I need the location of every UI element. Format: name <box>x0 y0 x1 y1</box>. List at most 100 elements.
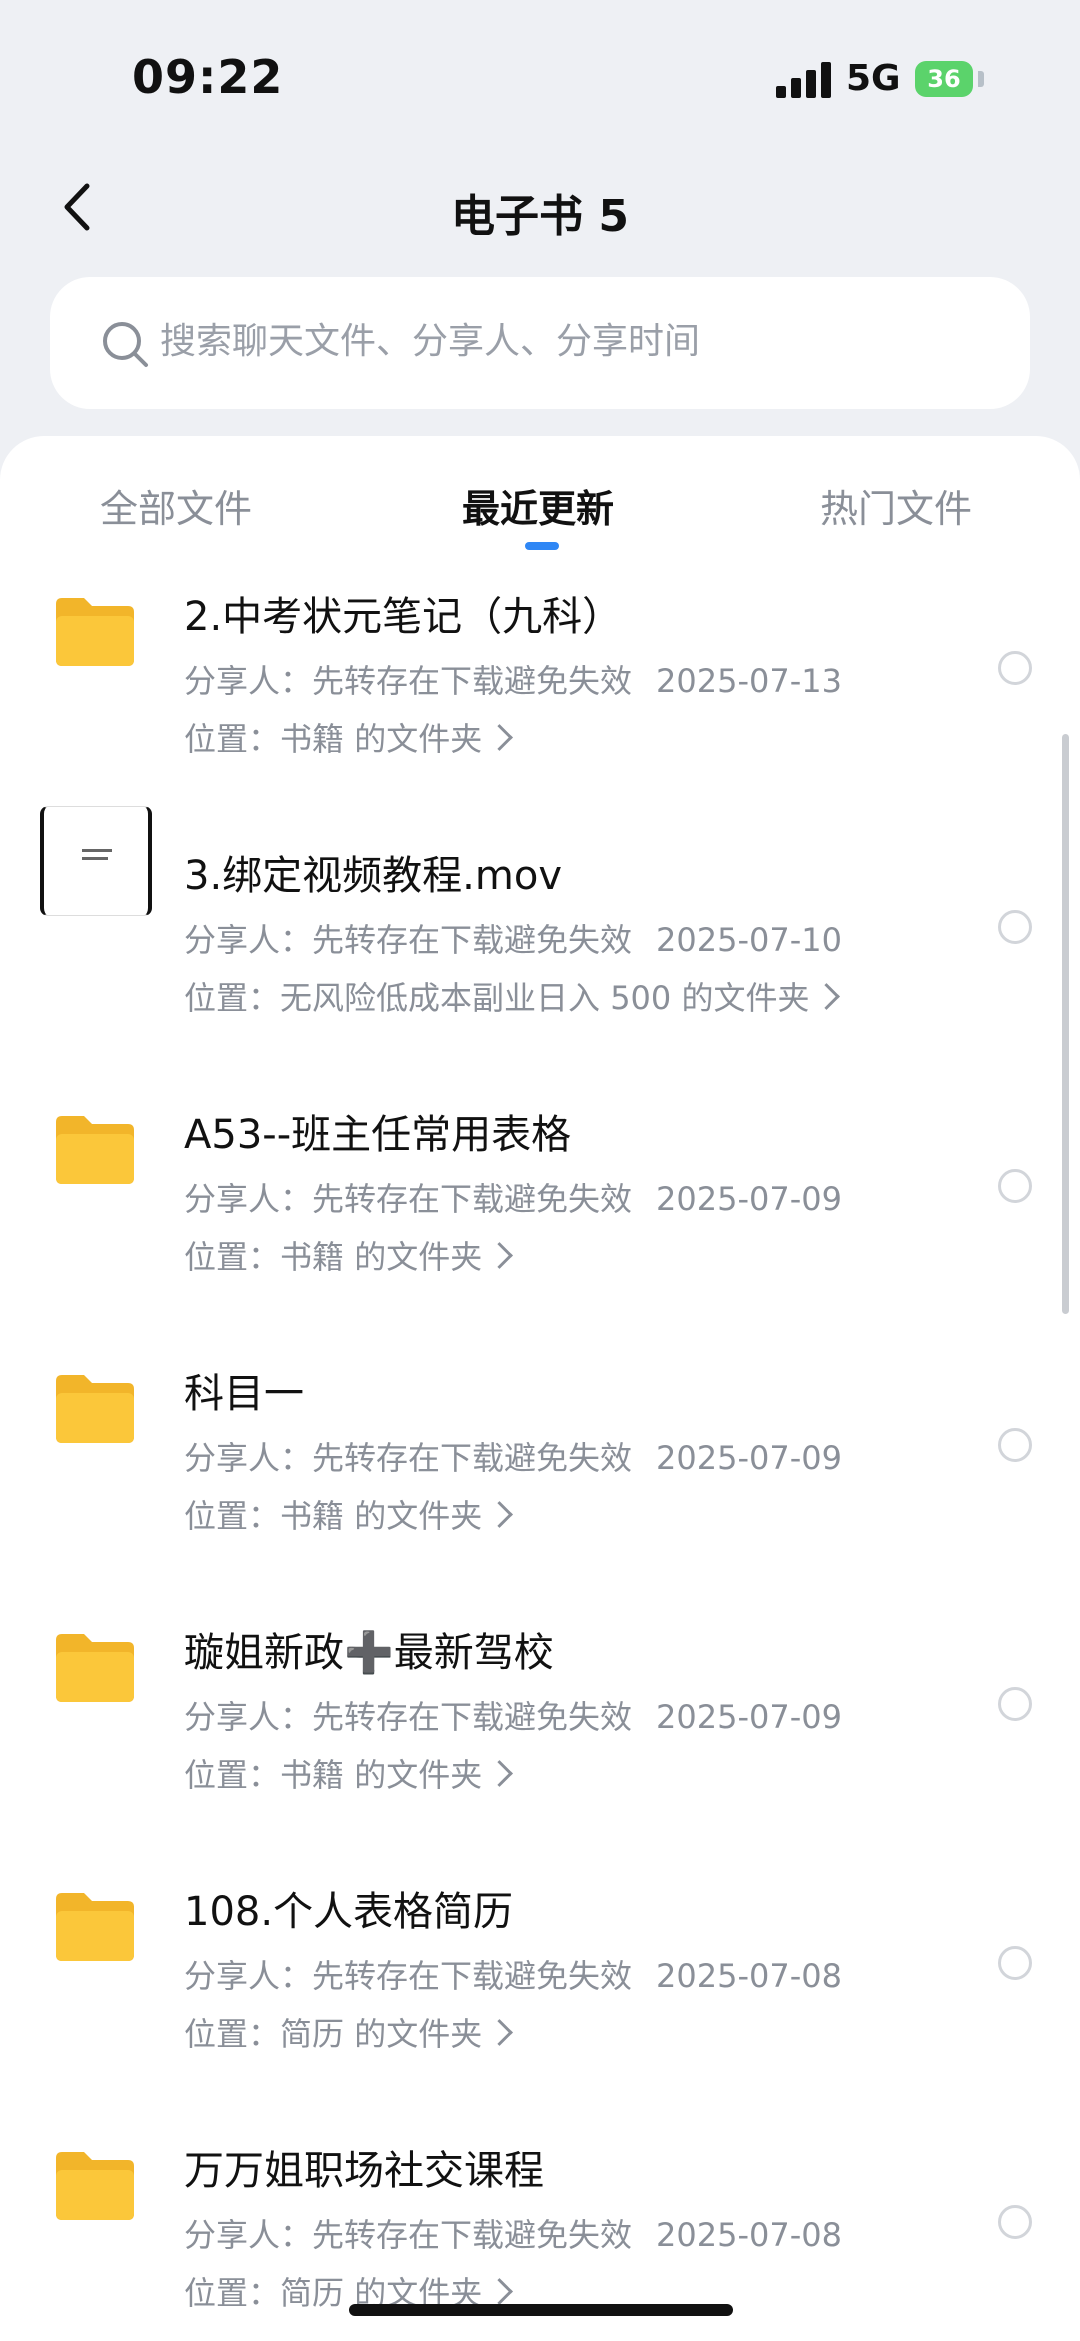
location-suffix: 的文件夹 <box>354 2015 483 2053</box>
item-location[interactable]: 位置：无风险低成本副业日入 500 的文件夹 <box>184 973 841 1019</box>
item-sharer: 分享人：先转存在下载避免失效 2025-07-10 <box>184 915 842 961</box>
item-sharer: 分享人：先转存在下载避免失效 2025-07-09 <box>184 1174 842 1220</box>
item-sharer: 分享人：先转存在下载避免失效 2025-07-08 <box>184 1951 842 1997</box>
sharer-name: 先转存在下载避免失效 <box>312 921 633 959</box>
share-date: 2025-07-10 <box>656 921 842 959</box>
search-input[interactable] <box>160 321 980 362</box>
folder-icon <box>56 598 134 666</box>
folder-icon <box>56 1375 134 1443</box>
location-suffix: 的文件夹 <box>354 1238 483 1276</box>
list-item[interactable]: 2.中考状元笔记（九科） 分享人：先转存在下载避免失效 2025-07-13 位置… <box>0 556 1080 815</box>
select-radio[interactable] <box>998 651 1032 685</box>
item-sharer: 分享人：先转存在下载避免失效 2025-07-08 <box>184 2210 842 2256</box>
item-location[interactable]: 位置：书籍 的文件夹 <box>184 714 514 760</box>
sharer-name: 先转存在下载避免失效 <box>312 1439 633 1477</box>
sharer-label: 分享人： <box>184 662 313 700</box>
chevron-right-icon <box>486 1760 514 1787</box>
item-location[interactable]: 位置：简历 的文件夹 <box>184 2009 514 2055</box>
select-radio[interactable] <box>998 1169 1032 1203</box>
location-name: 书籍 <box>280 720 345 758</box>
chevron-right-icon <box>813 983 841 1010</box>
sharer-label: 分享人： <box>184 1439 313 1477</box>
active-tab-indicator <box>525 542 559 550</box>
location-name: 书籍 <box>280 1756 345 1794</box>
select-radio[interactable] <box>998 1687 1032 1721</box>
item-title: A53--班主任常用表格 <box>184 1112 572 1158</box>
signal-icon <box>776 60 832 98</box>
location-suffix: 的文件夹 <box>354 1756 483 1794</box>
location-suffix: 的文件夹 <box>354 720 483 758</box>
sharer-label: 分享人： <box>184 1957 313 1995</box>
home-indicator[interactable] <box>349 2304 733 2316</box>
network-type: 5G <box>846 58 901 99</box>
location-label: 位置： <box>184 1756 281 1794</box>
tab-bar: 全部文件 最近更新 热门文件 <box>0 436 1080 556</box>
status-bar: 09:22 5G 36 <box>0 0 1080 150</box>
chevron-right-icon <box>486 1242 514 1269</box>
location-name: 简历 <box>280 2015 345 2053</box>
share-date: 2025-07-08 <box>656 1957 842 1995</box>
location-label: 位置： <box>184 1497 281 1535</box>
sharer-label: 分享人： <box>184 1180 313 1218</box>
share-date: 2025-07-13 <box>656 662 842 700</box>
location-label: 位置： <box>184 2274 281 2312</box>
scrollbar[interactable] <box>1062 734 1069 1314</box>
sharer-name: 先转存在下载避免失效 <box>312 2216 633 2254</box>
tab-recent-updates[interactable]: 最近更新 <box>462 478 614 533</box>
battery-tip <box>978 71 984 87</box>
folder-icon <box>56 2152 134 2220</box>
select-radio[interactable] <box>998 1946 1032 1980</box>
page-title: 电子书 5 <box>451 191 629 242</box>
item-title: 科目一 <box>184 1371 304 1417</box>
location-name: 书籍 <box>280 1497 345 1535</box>
location-name: 简历 <box>280 2274 345 2312</box>
chevron-right-icon <box>486 2278 514 2305</box>
location-name: 无风险低成本副业日入 500 <box>280 979 672 1017</box>
sharer-name: 先转存在下载避免失效 <box>312 1957 633 1995</box>
item-location[interactable]: 位置：书籍 的文件夹 <box>184 1232 514 1278</box>
item-sharer: 分享人：先转存在下载避免失效 2025-07-09 <box>184 1433 842 1479</box>
item-location[interactable]: 位置：书籍 的文件夹 <box>184 1491 514 1537</box>
list-item[interactable]: 科目一 分享人：先转存在下载避免失效 2025-07-09 位置：书籍 的文件夹 <box>0 1333 1080 1592</box>
select-radio[interactable] <box>998 910 1032 944</box>
location-suffix: 的文件夹 <box>354 1497 483 1535</box>
item-title: 108.个人表格简历 <box>184 1889 514 1935</box>
status-time: 09:22 <box>132 50 284 104</box>
battery-icon: 36 <box>915 61 973 97</box>
sharer-name: 先转存在下载避免失效 <box>312 1180 633 1218</box>
list-item[interactable]: 璇姐新政➕最新驾校 分享人：先转存在下载避免失效 2025-07-09 位置：书籍… <box>0 1592 1080 1851</box>
video-thumbnail <box>40 806 152 916</box>
search-box[interactable] <box>50 277 1030 409</box>
item-title: 璇姐新政➕最新驾校 <box>184 1630 554 1676</box>
location-name: 书籍 <box>280 1238 345 1276</box>
folder-icon <box>56 1116 134 1184</box>
chevron-right-icon <box>486 2019 514 2046</box>
share-date: 2025-07-09 <box>656 1698 842 1736</box>
item-sharer: 分享人：先转存在下载避免失效 2025-07-09 <box>184 1692 842 1738</box>
share-date: 2025-07-08 <box>656 2216 842 2254</box>
sharer-label: 分享人： <box>184 2216 313 2254</box>
tab-popular-files[interactable]: 热门文件 <box>820 478 972 533</box>
search-icon <box>103 322 148 367</box>
sharer-label: 分享人： <box>184 921 313 959</box>
chevron-right-icon <box>486 1501 514 1528</box>
item-title: 2.中考状元笔记（九科） <box>184 594 623 640</box>
select-radio[interactable] <box>998 1428 1032 1462</box>
sharer-name: 先转存在下载避免失效 <box>312 1698 633 1736</box>
location-label: 位置： <box>184 1238 281 1276</box>
list-item[interactable]: A53--班主任常用表格 分享人：先转存在下载避免失效 2025-07-09 位置… <box>0 1074 1080 1333</box>
item-location[interactable]: 位置：书籍 的文件夹 <box>184 1750 514 1796</box>
share-date: 2025-07-09 <box>656 1439 842 1477</box>
folder-icon <box>56 1893 134 1961</box>
content-card: 全部文件 最近更新 热门文件 2.中考状元笔记（九科） 分享人：先转存在下载避免… <box>0 436 1080 2341</box>
location-label: 位置： <box>184 979 281 1017</box>
tab-all-files[interactable]: 全部文件 <box>100 478 252 533</box>
select-radio[interactable] <box>998 2205 1032 2239</box>
item-sharer: 分享人：先转存在下载避免失效 2025-07-13 <box>184 656 842 702</box>
list-item[interactable]: 108.个人表格简历 分享人：先转存在下载避免失效 2025-07-08 位置：简… <box>0 1851 1080 2110</box>
item-title: 万万姐职场社交课程 <box>184 2148 544 2194</box>
location-suffix: 的文件夹 <box>681 979 810 1017</box>
location-label: 位置： <box>184 720 281 758</box>
sharer-name: 先转存在下载避免失效 <box>312 662 633 700</box>
list-item[interactable]: 3.绑定视频教程.mov 分享人：先转存在下载避免失效 2025-07-10 位置… <box>0 806 1080 1074</box>
